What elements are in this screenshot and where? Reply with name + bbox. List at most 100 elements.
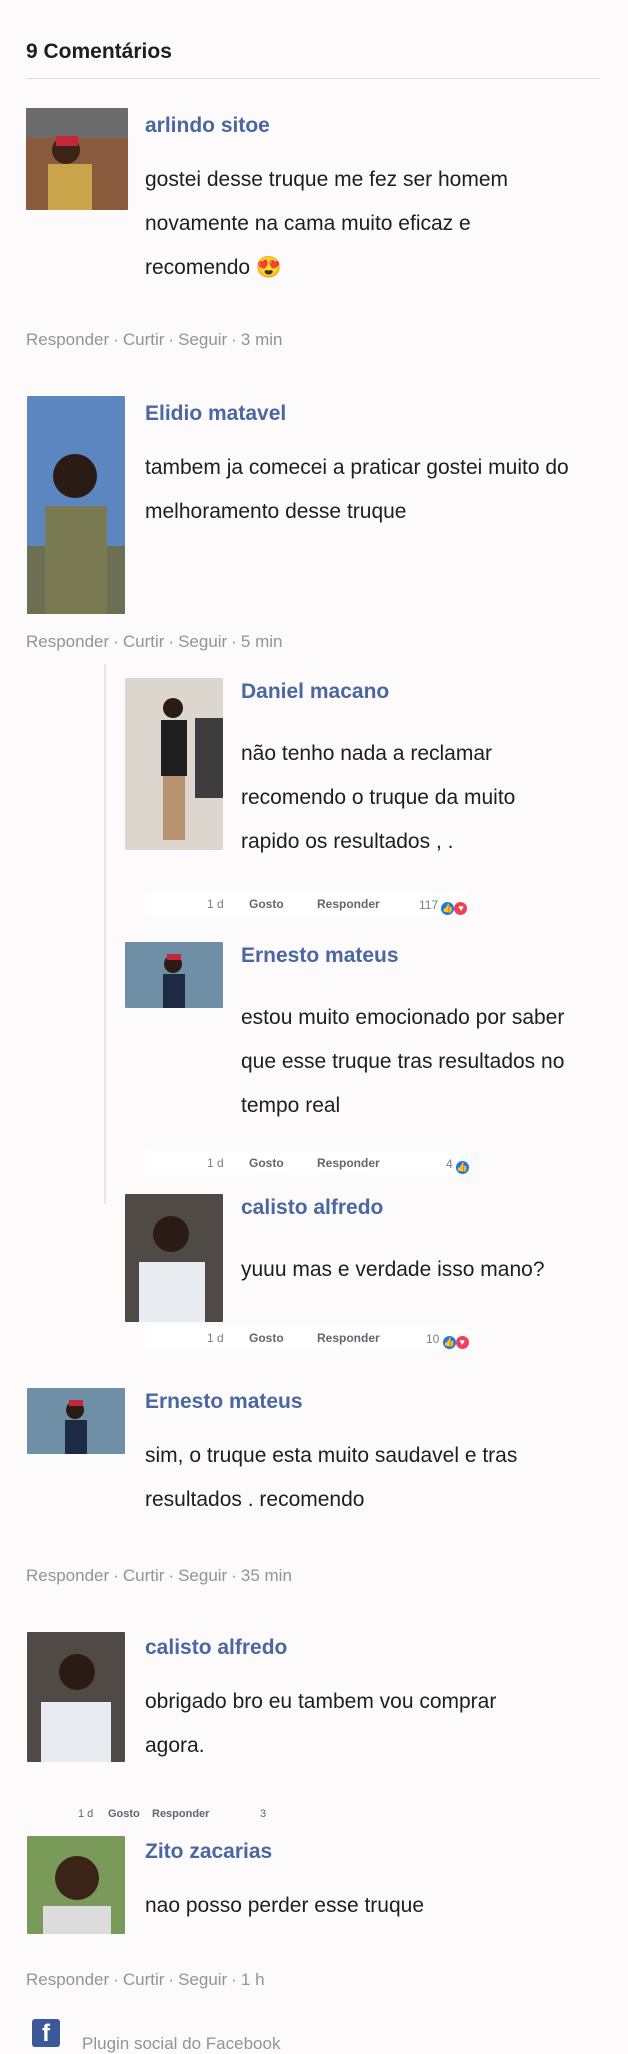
reply-line: yuuu mas e verdade isso mano? <box>241 1258 545 1281</box>
comments-count-title: 9 Comentários <box>26 40 600 79</box>
reply-item: calisto alfredo yuuu mas e verdade isso … <box>125 1194 605 1324</box>
avatar[interactable] <box>125 1194 223 1322</box>
reply-item: Daniel macano não tenho nada a reclamar … <box>125 678 605 918</box>
like-link[interactable]: Curtir <box>123 632 165 651</box>
comment-line: tambem ja comecei a praticar gostei muit… <box>145 456 569 479</box>
like-link[interactable]: Gosto <box>249 1151 284 1175</box>
follow-link[interactable]: Seguir <box>178 330 227 349</box>
avatar[interactable] <box>27 1632 125 1762</box>
comment-line: recomendo 😍 <box>145 256 283 279</box>
reaction-count[interactable]: 10 👍 ♥ <box>426 1327 469 1351</box>
timestamp[interactable]: 5 min <box>241 632 283 651</box>
reply-age: 1 d <box>207 897 224 911</box>
reaction-count[interactable]: 4 👍 <box>446 1152 470 1176</box>
facebook-plugin-label[interactable]: Plugin social do Facebook <box>82 2034 280 2054</box>
reply-text: yuuu mas e verdade isso mano? <box>241 1248 545 1292</box>
comment-author[interactable]: calisto alfredo <box>145 1636 287 1660</box>
comment-author[interactable]: Elidio matavel <box>145 402 286 426</box>
reaction-number[interactable]: 3 <box>260 1805 266 1823</box>
timestamp[interactable]: 35 min <box>241 1566 292 1585</box>
reply-link[interactable]: Responder <box>26 1566 109 1585</box>
comment-text: tambem ja comecei a praticar gostei muit… <box>145 446 569 534</box>
like-link[interactable]: Curtir <box>123 1970 165 1989</box>
reply-link[interactable]: Responder <box>317 892 380 916</box>
reply-link[interactable]: Responder <box>26 1970 109 1989</box>
comment-author[interactable]: Zito zacarias <box>145 1840 272 1864</box>
reply-meta-row: 1 d Gosto Responder <box>145 1326 465 1350</box>
comment-actions: Responder · Curtir · Seguir · 3 min <box>26 330 283 349</box>
comment-actions: Responder · Curtir · Seguir · 1 h <box>26 1970 265 1989</box>
reply-text: não tenho nada a reclamar recomendo o tr… <box>241 732 515 864</box>
comment-line: nao posso perder esse truque <box>145 1894 425 1917</box>
reply-author[interactable]: Ernesto mateus <box>241 944 399 968</box>
love-reaction-icon: ♥ <box>454 902 468 915</box>
reply-link[interactable]: Responder <box>317 1326 380 1350</box>
follow-link[interactable]: Seguir <box>178 1566 227 1585</box>
comment-line: agora. <box>145 1734 205 1757</box>
avatar[interactable] <box>27 1388 125 1454</box>
like-reaction-icon: 👍 <box>456 1161 470 1174</box>
avatar[interactable] <box>26 108 128 210</box>
comment-item: arlindo sitoe gostei desse truque me fez… <box>26 108 606 349</box>
reply-line: estou muito emocionado por saber <box>241 1006 565 1029</box>
comment-line: novamente na cama muito eficaz e <box>145 212 471 235</box>
reply-meta-row: 1 d Gosto Responder <box>145 892 465 916</box>
comment-author[interactable]: arlindo sitoe <box>145 114 270 138</box>
reply-link[interactable]: Responder <box>152 1805 209 1823</box>
avatar[interactable] <box>125 942 223 1008</box>
reply-meta-row: 1 d Gosto Responder 3 <box>70 1805 310 1823</box>
comment-text: nao posso perder esse truque <box>145 1884 424 1928</box>
reply-line: tempo real <box>241 1094 341 1117</box>
comment-actions: Responder · Curtir · Seguir · 35 min <box>26 1566 292 1585</box>
reply-age: 1 d <box>207 1331 224 1345</box>
comment-author[interactable]: Ernesto mateus <box>145 1390 303 1414</box>
comment-text: obrigado bro eu tambem vou comprar agora… <box>145 1680 496 1768</box>
avatar[interactable] <box>27 396 125 614</box>
reply-age: 1 d <box>207 1156 224 1170</box>
timestamp[interactable]: 3 min <box>241 330 283 349</box>
reply-item: Ernesto mateus estou muito emocionado po… <box>125 942 605 1142</box>
comment-item: Zito zacarias nao posso perder esse truq… <box>26 1836 606 1996</box>
comment-text: gostei desse truque me fez ser homem nov… <box>145 158 508 290</box>
reply-author[interactable]: calisto alfredo <box>241 1196 383 1220</box>
reply-text: estou muito emocionado por saber que ess… <box>241 996 564 1128</box>
reply-line: que esse truque tras resultados no <box>241 1050 565 1073</box>
reply-age: 1 d <box>78 1808 94 1820</box>
reply-thread-line <box>104 664 106 1204</box>
reply-link[interactable]: Responder <box>26 330 109 349</box>
reaction-number: 10 <box>426 1332 440 1346</box>
reply-line: recomendo o truque da muito <box>241 786 516 809</box>
comment-item: Elidio matavel tambem ja comecei a prati… <box>26 396 606 651</box>
reply-meta-row: 1 d Gosto Responder <box>145 1151 465 1175</box>
love-reaction-icon: ♥ <box>455 1336 469 1349</box>
comment-item: calisto alfredo obrigado bro eu tambem v… <box>26 1632 606 1802</box>
reply-link[interactable]: Responder <box>317 1151 380 1175</box>
comment-line: melhoramento desse truque <box>145 500 407 523</box>
reaction-count[interactable]: 117 👍 ♥ <box>419 893 468 917</box>
reply-link[interactable]: Responder <box>26 632 109 651</box>
reply-line: não tenho nada a reclamar <box>241 742 493 765</box>
comment-line: obrigado bro eu tambem vou comprar <box>145 1690 497 1713</box>
reaction-number: 117 <box>419 898 439 912</box>
reply-author[interactable]: Daniel macano <box>241 680 389 704</box>
like-link[interactable]: Gosto <box>108 1805 140 1823</box>
follow-link[interactable]: Seguir <box>178 1970 227 1989</box>
like-link[interactable]: Curtir <box>123 1566 165 1585</box>
like-link[interactable]: Curtir <box>123 330 165 349</box>
like-reaction-icon: 👍 <box>441 902 455 915</box>
like-reaction-icon: 👍 <box>442 1336 456 1349</box>
like-link[interactable]: Gosto <box>249 892 284 916</box>
follow-link[interactable]: Seguir <box>178 632 227 651</box>
reply-line: rapido os resultados , . <box>241 830 454 853</box>
comment-text: sim, o truque esta muito saudavel e tras… <box>145 1434 517 1522</box>
reaction-number: 4 <box>446 1157 453 1171</box>
avatar[interactable] <box>125 678 223 850</box>
timestamp[interactable]: 1 h <box>241 1970 265 1989</box>
comment-actions: Responder · Curtir · Seguir · 5 min <box>26 632 283 651</box>
comment-item: Ernesto mateus sim, o truque esta muito … <box>26 1388 606 1598</box>
like-link[interactable]: Gosto <box>249 1326 284 1350</box>
facebook-icon[interactable]: f <box>32 2019 60 2047</box>
comment-line: sim, o truque esta muito saudavel e tras <box>145 1444 518 1467</box>
avatar[interactable] <box>27 1836 125 1934</box>
comment-line: gostei desse truque me fez ser homem <box>145 168 509 191</box>
